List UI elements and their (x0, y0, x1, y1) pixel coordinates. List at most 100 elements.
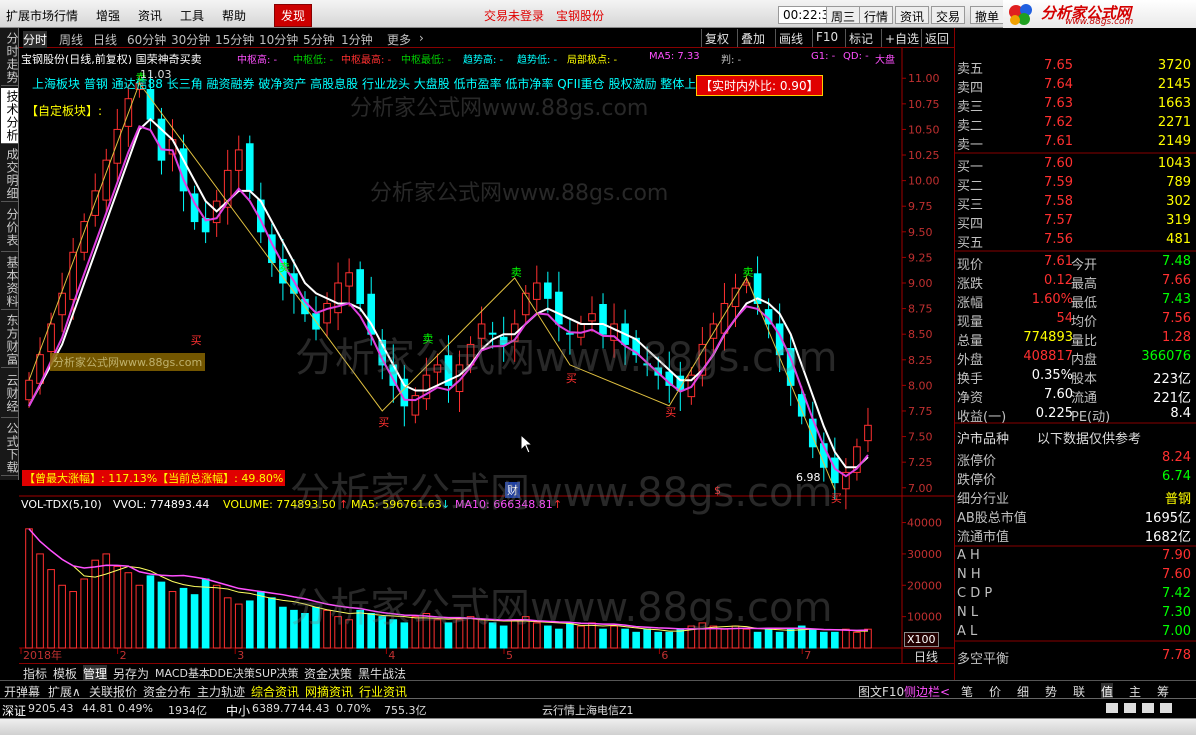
quote-value: 7.56 (1162, 311, 1191, 326)
f10-button[interactable]: F10 (812, 29, 841, 47)
volume-bar (676, 628, 685, 649)
date-tick-label: 6 (661, 649, 668, 662)
ask-row: 卖一 7.61 2149 (957, 134, 1193, 153)
quote-label: 量比 (1071, 334, 1098, 349)
menu-item-enhance[interactable]: 增强 (96, 7, 120, 24)
candle-body (146, 89, 155, 120)
draw-line-button[interactable]: 画线 (775, 29, 806, 47)
ratio-badge: 【实时内外比: 0.90】 (696, 75, 823, 96)
logo-area: 分析家公式网 www.88gs.com (1003, 0, 1196, 28)
quote-row: 总量 774893 量比 1.28 (957, 330, 1193, 349)
tab-deals[interactable]: 成交明细 (1, 146, 19, 202)
sz-index-label[interactable]: 深证 (2, 702, 26, 719)
period-30min[interactable]: 30分钟 (171, 31, 210, 48)
period-more[interactable]: 更多 (387, 31, 411, 48)
period-day[interactable]: 日线 (93, 31, 117, 48)
menu-item-tools[interactable]: 工具 (180, 7, 204, 24)
status-bar: 深证 9205.43 44.81 0.49% 1934亿 中小 6389.77 … (0, 698, 1196, 718)
info-label: 跌停价 (957, 473, 997, 488)
buy-marker: 买 (378, 416, 389, 429)
info-value: 6.74 (1162, 469, 1191, 484)
menu-item-help[interactable]: 帮助 (222, 7, 246, 24)
period-10min[interactable]: 10分钟 (259, 31, 298, 48)
back-button[interactable]: 返回 (921, 29, 952, 47)
index-label: N H (957, 567, 981, 582)
period-60min[interactable]: 60分钟 (127, 31, 166, 48)
volume-bar (36, 553, 44, 649)
add-favorite-button[interactable]: +自选 (881, 29, 922, 47)
menu-item-market[interactable]: 扩展市场行情 (6, 7, 78, 24)
tab-sup[interactable]: SUP决策 (255, 665, 299, 681)
volume-bar (223, 597, 232, 649)
tab-technical[interactable]: 技术分析 (1, 88, 19, 144)
tab-fundamentals[interactable]: 基本资料 (1, 254, 19, 310)
period-5min[interactable]: 5分钟 (303, 31, 335, 48)
dividend-mark[interactable]: $ (714, 484, 721, 497)
volume-bar (466, 616, 475, 649)
tab-eastmoney[interactable]: 东方财富 (1, 312, 19, 368)
ask-volume: 2149 (1157, 134, 1191, 149)
horizontal-scrollbar[interactable] (0, 718, 1196, 735)
bid-price: 7.59 (1044, 175, 1073, 190)
bid-row: 买四 7.57 319 (957, 213, 1193, 232)
menu-item-discover[interactable]: 发现 (274, 4, 313, 27)
ask-price: 7.64 (1044, 77, 1073, 92)
zx-index-label[interactable]: 中小 (226, 702, 250, 719)
candle-body (433, 364, 442, 373)
tab-price-table[interactable]: 分价表 (1, 204, 19, 252)
status-icon[interactable] (1124, 703, 1136, 713)
info-button[interactable]: 资讯 (895, 6, 930, 24)
tab-macd[interactable]: MACD基本 (155, 665, 210, 681)
overlay-button[interactable]: 叠加 (737, 29, 768, 47)
cancel-order-button[interactable]: 撤单 (970, 6, 1005, 24)
price-tick-label: 8.50 (908, 328, 933, 341)
price-tick-label: 10.25 (908, 149, 940, 162)
finance-mark[interactable]: 财 (505, 482, 520, 498)
status-icon[interactable] (1142, 703, 1154, 713)
ind-market: 大盘 (875, 55, 895, 64)
tab-formula-download[interactable]: 公式下载 (1, 420, 19, 476)
volume-header: VOL-TDX(5,10) VVOL: 774893.44 VOLUME: 77… (21, 498, 901, 512)
volume-bar (69, 591, 77, 649)
candle-body (521, 292, 530, 316)
date-tick-label: 7 (804, 649, 811, 662)
period-week[interactable]: 周线 (59, 31, 83, 48)
volume-bar (47, 569, 55, 649)
price-tick-label: 7.25 (908, 456, 933, 469)
quote-value: 0.12 (1044, 273, 1073, 288)
server-status[interactable]: 云行情上海电信Z1 (542, 702, 634, 718)
period-1min[interactable]: 1分钟 (341, 31, 373, 48)
tab-intraday[interactable]: 分时走势 (1, 30, 19, 86)
ask-price: 7.63 (1044, 96, 1073, 111)
adjust-button[interactable]: 复权 (701, 29, 732, 47)
ask-label: 卖二 (957, 119, 984, 134)
tab-dde[interactable]: DDE决策 (209, 665, 255, 681)
status-icon[interactable] (1160, 703, 1172, 713)
quote-value: 221亿 (1153, 391, 1191, 406)
volume-bar (400, 622, 409, 649)
ind-trend-low: 趋势低: - (517, 55, 558, 64)
menu-item-info[interactable]: 资讯 (138, 7, 162, 24)
quote-label: 现价 (957, 258, 984, 273)
watermark-badge: 分析家公式网www.88gs.com (50, 353, 206, 371)
login-status[interactable]: 交易未登录 (484, 7, 544, 24)
bid-price: 7.58 (1044, 194, 1073, 209)
ask-price: 7.62 (1044, 115, 1073, 130)
bid-volume: 302 (1166, 194, 1191, 209)
mark-button[interactable]: 标记 (845, 29, 876, 47)
info-value: 1682亿 (1144, 530, 1191, 545)
status-icon[interactable] (1106, 703, 1118, 713)
sell-marker: 卖 (511, 266, 522, 279)
up-arrow-icon: ↑ (553, 498, 563, 511)
chevron-right-icon[interactable]: › (419, 31, 424, 45)
bid-label: 买三 (957, 198, 984, 213)
trade-button[interactable]: 交易 (931, 6, 966, 24)
bid-row: 买一 7.60 1043 (957, 156, 1193, 175)
date-tick-label: 3 (237, 649, 244, 662)
quote-button[interactable]: 行情 (859, 6, 894, 24)
period-15min[interactable]: 15分钟 (215, 31, 254, 48)
tab-yuncaijing[interactable]: 云财经 (1, 370, 19, 418)
period-intraday[interactable]: 分时 (23, 31, 48, 48)
price-tick-label: 8.00 (908, 379, 933, 392)
quote-label: 现量 (957, 315, 984, 330)
